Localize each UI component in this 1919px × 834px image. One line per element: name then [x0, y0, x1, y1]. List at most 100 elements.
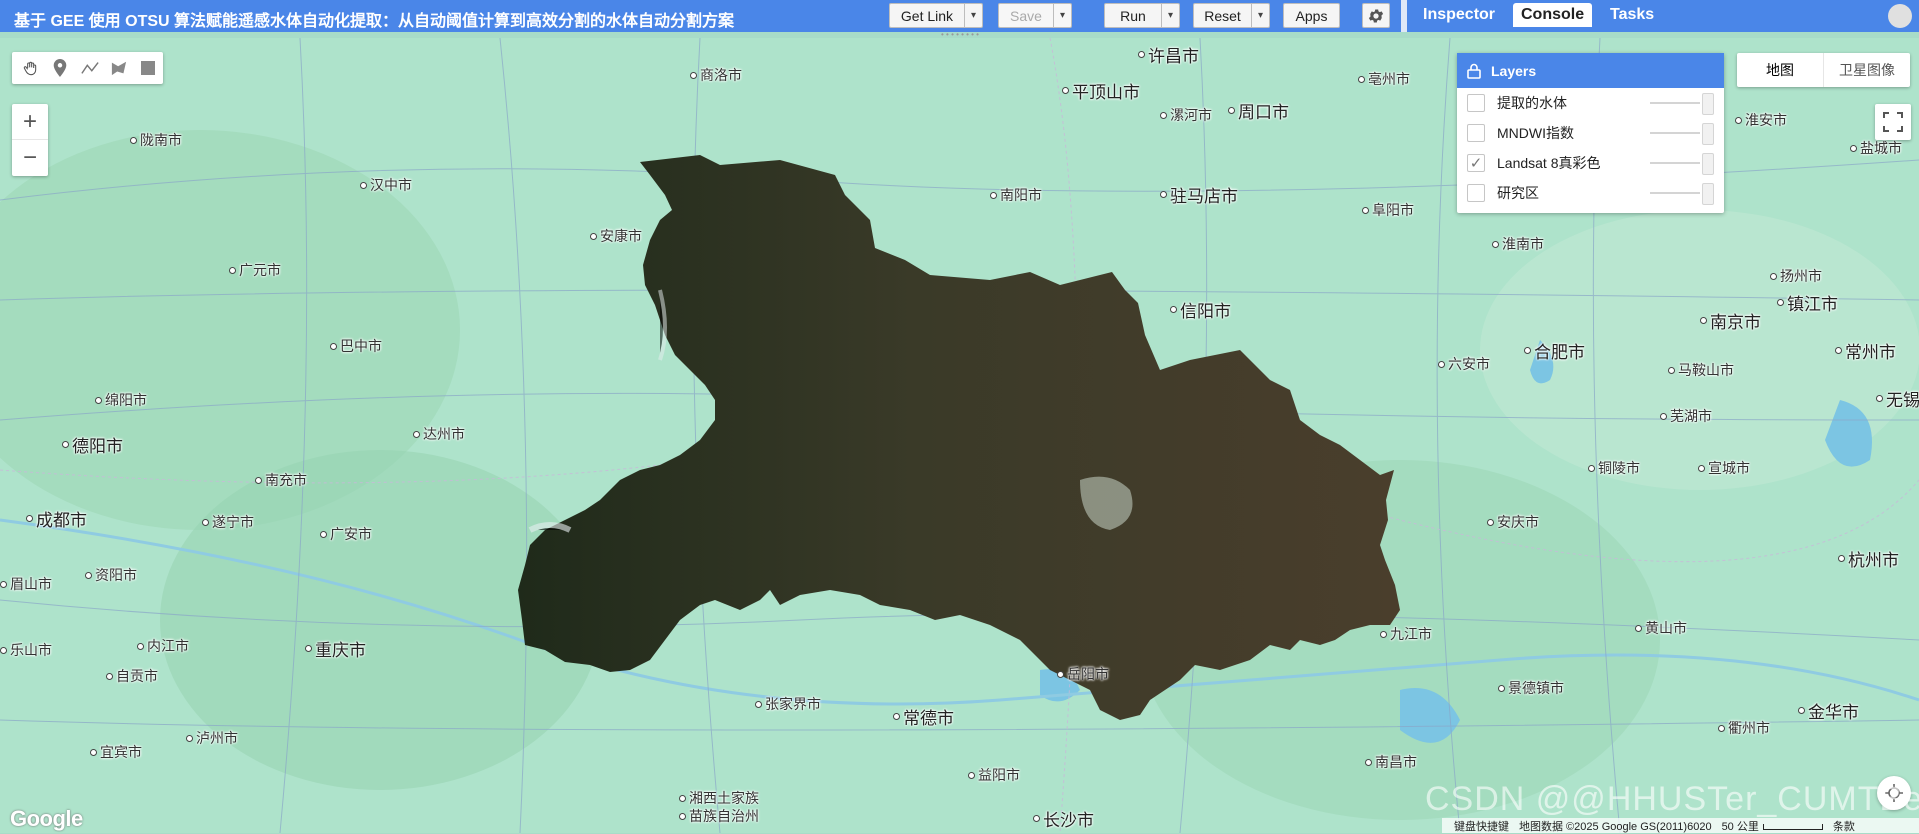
script-title: 基于 GEE 使用 OTSU 算法赋能遥感水体自动化提取：从自动阈值计算到高效分… [14, 13, 735, 30]
reset-label: Reset [1204, 7, 1241, 24]
city-dot-icon [1170, 306, 1177, 313]
city-label: 商洛市 [690, 65, 742, 85]
tab-tasks[interactable]: Tasks [1602, 3, 1662, 27]
keyboard-shortcuts-link[interactable]: 键盘快捷键 [1454, 818, 1509, 834]
city-label: 杭州市 [1838, 546, 1899, 571]
city-label: 黄山市 [1635, 618, 1687, 638]
layer-checkbox[interactable] [1467, 94, 1485, 112]
city-label: 陇南市 [130, 130, 182, 150]
polygon-draw-icon[interactable] [104, 53, 133, 83]
panel-divider[interactable] [1401, 0, 1407, 32]
city-label: 合肥市 [1524, 338, 1585, 363]
save-label: Save [1010, 7, 1042, 24]
city-dot-icon [137, 642, 144, 650]
layer-row[interactable]: MNDWI指数 [1457, 118, 1724, 148]
city-dot-icon [0, 646, 7, 654]
city-dot-icon [1660, 412, 1667, 420]
fullscreen-icon[interactable] [1875, 104, 1911, 140]
drawing-tools [12, 52, 163, 84]
get-link-button[interactable]: Get Link ▾ [889, 3, 983, 28]
city-dot-icon [413, 430, 420, 438]
city-label: 许昌市 [1138, 42, 1199, 67]
city-label: 绵阳市 [95, 390, 147, 410]
layer-checkbox[interactable] [1467, 184, 1485, 202]
city-label: 自贡市 [106, 666, 158, 686]
map-type-control: 地图 卫星图像 [1737, 53, 1910, 87]
city-dot-icon [130, 136, 137, 144]
city-label: 汉中市 [360, 175, 412, 195]
save-dropdown-icon[interactable]: ▾ [1053, 4, 1071, 27]
city-label: 驻马店市 [1160, 182, 1238, 207]
tab-inspector[interactable]: Inspector [1415, 3, 1503, 27]
city-dot-icon [1668, 366, 1675, 374]
rectangle-draw-icon[interactable] [134, 53, 163, 83]
city-label: 阜阳市 [1362, 200, 1414, 220]
run-dropdown-icon[interactable]: ▾ [1161, 4, 1179, 27]
settings-gear-icon[interactable] [1362, 3, 1390, 28]
city-label: 张家界市 [755, 694, 821, 714]
zoom-control: + − [12, 104, 48, 176]
city-label: 芜湖市 [1660, 406, 1712, 426]
city-label: 巴中市 [330, 336, 382, 356]
layer-opacity-knob[interactable] [1702, 93, 1714, 115]
tab-console[interactable]: Console [1513, 3, 1593, 27]
get-link-dropdown-icon[interactable]: ▾ [964, 4, 982, 27]
point-marker-icon[interactable] [45, 53, 74, 83]
layer-checkbox[interactable]: ✓ [1467, 154, 1485, 172]
city-label: 宜宾市 [90, 742, 142, 762]
city-dot-icon [1033, 815, 1040, 822]
layer-name: 研究区 [1497, 185, 1539, 201]
city-dot-icon [320, 530, 327, 538]
city-dot-icon [1438, 360, 1445, 368]
layer-name: Landsat 8真彩色 [1497, 155, 1601, 171]
city-dot-icon [330, 342, 337, 350]
city-label: 周口市 [1228, 98, 1289, 123]
map-type-satellite-button[interactable]: 卫星图像 [1823, 53, 1910, 87]
layers-header[interactable]: Layers [1457, 53, 1724, 88]
city-label: 安庆市 [1487, 512, 1539, 532]
city-label: 眉山市 [0, 574, 52, 594]
lock-icon[interactable] [1467, 63, 1481, 79]
layer-checkbox[interactable] [1467, 124, 1485, 142]
city-dot-icon [1498, 684, 1505, 692]
city-label: 盐城市 [1850, 138, 1902, 158]
reset-dropdown-icon[interactable]: ▾ [1251, 4, 1269, 27]
city-label: 平顶山市 [1062, 78, 1140, 103]
run-button[interactable]: Run ▾ [1104, 3, 1180, 28]
city-label: 广安市 [320, 524, 372, 544]
layer-row[interactable]: 研究区 [1457, 178, 1724, 208]
layer-opacity-slider[interactable] [1650, 132, 1700, 134]
city-label: 亳州市 [1358, 69, 1410, 89]
layer-opacity-knob[interactable] [1702, 153, 1714, 175]
layer-opacity-slider[interactable] [1650, 102, 1700, 104]
city-label: 淮安市 [1735, 110, 1787, 130]
city-dot-icon [1160, 191, 1167, 198]
zoom-in-button[interactable]: + [12, 104, 48, 140]
layer-opacity-slider[interactable] [1650, 162, 1700, 164]
layer-row[interactable]: 提取的水体 [1457, 88, 1724, 118]
city-dot-icon [1492, 240, 1499, 248]
layer-opacity-slider[interactable] [1650, 192, 1700, 194]
apps-button[interactable]: Apps [1283, 3, 1340, 28]
city-label: 德阳市 [62, 432, 123, 457]
city-dot-icon [1487, 518, 1494, 526]
city-label: 广元市 [229, 260, 281, 280]
city-dot-icon [1588, 464, 1595, 472]
city-label: 九江市 [1380, 624, 1432, 644]
zoom-out-button[interactable]: − [12, 140, 48, 176]
map-type-map-button[interactable]: 地图 [1737, 53, 1823, 87]
account-avatar-icon[interactable] [1888, 4, 1912, 28]
reset-button[interactable]: Reset ▾ [1193, 3, 1270, 28]
layer-opacity-knob[interactable] [1702, 183, 1714, 205]
layer-row[interactable]: ✓ Landsat 8真彩色 [1457, 148, 1724, 178]
city-label: 达州市 [413, 424, 465, 444]
pan-hand-icon[interactable] [16, 53, 45, 83]
map-footer: 键盘快捷键 地图数据 ©2025 Google GS(2011)6020 50 … [1442, 818, 1919, 833]
terms-link[interactable]: 条款 [1833, 818, 1855, 834]
city-dot-icon [690, 71, 697, 79]
city-dot-icon [1138, 51, 1145, 58]
save-button[interactable]: Save ▾ [998, 3, 1072, 28]
layer-opacity-knob[interactable] [1702, 123, 1714, 145]
line-draw-icon[interactable] [75, 53, 104, 83]
city-dot-icon [305, 645, 312, 652]
